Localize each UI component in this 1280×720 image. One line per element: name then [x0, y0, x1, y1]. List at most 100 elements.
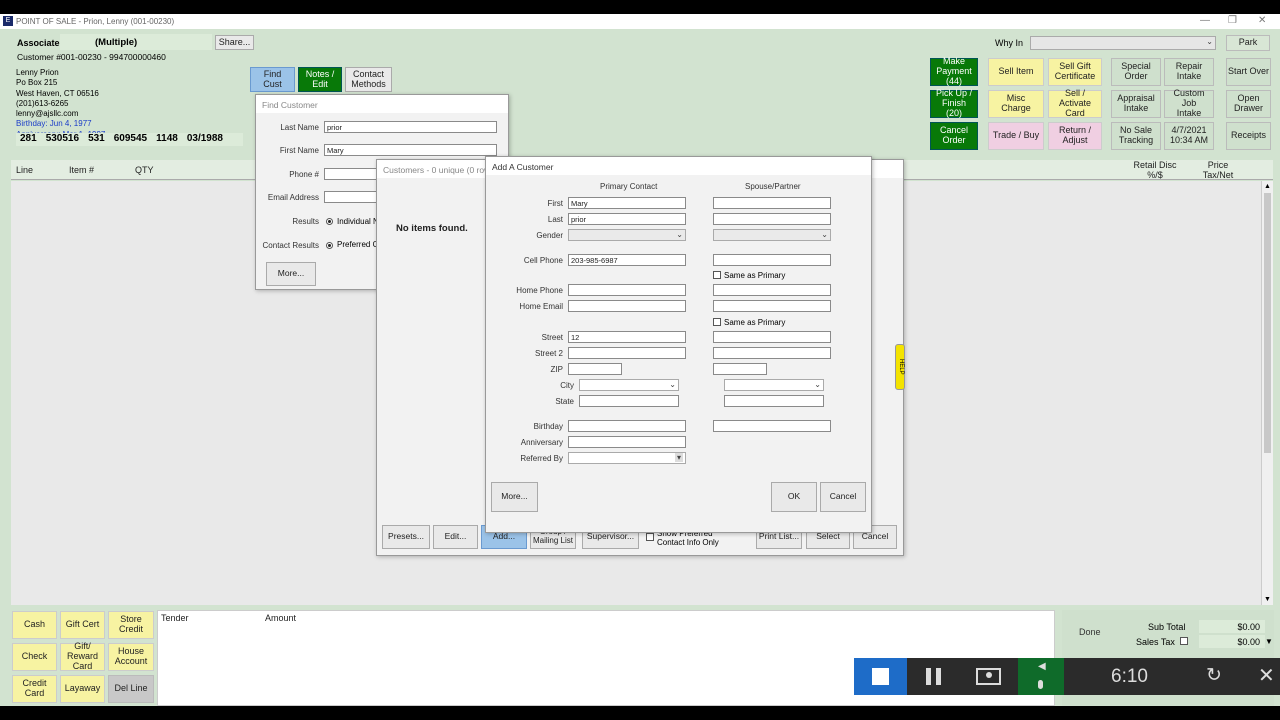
- spouse-first-input[interactable]: [713, 197, 831, 209]
- results-radio[interactable]: [326, 218, 333, 225]
- find-customer-button[interactable]: Find Cust: [250, 67, 295, 92]
- associate-field[interactable]: (Multiple): [60, 34, 212, 50]
- restart-icon[interactable]: ↻: [1206, 664, 1222, 687]
- sell-activate-card-button[interactable]: Sell / Activate Card: [1048, 88, 1102, 118]
- spouse-street2-input[interactable]: [713, 347, 831, 359]
- why-in-label: Why In: [995, 38, 1024, 48]
- primary-home-email-input[interactable]: [568, 300, 686, 312]
- gift-cert-button[interactable]: Gift Cert: [60, 611, 105, 639]
- audio-controls[interactable]: ◀: [1018, 658, 1064, 695]
- cancel-order-button[interactable]: Cancel Order: [930, 122, 978, 150]
- add-cancel-button[interactable]: Cancel: [820, 482, 866, 512]
- primary-cell-input[interactable]: 203-985-6987: [568, 254, 686, 266]
- custom-job-intake-button[interactable]: Custom Job Intake: [1164, 88, 1214, 118]
- scroll-thumb[interactable]: [1264, 193, 1271, 453]
- repair-intake-button[interactable]: Repair Intake: [1164, 58, 1214, 86]
- anniversary-input[interactable]: [568, 436, 686, 448]
- show-preferred-checkbox[interactable]: [646, 533, 654, 541]
- special-order-button[interactable]: Special Order: [1111, 58, 1161, 86]
- same-as-primary-address-checkbox[interactable]: [713, 318, 721, 326]
- sales-tax-checkbox[interactable]: [1180, 637, 1188, 645]
- trade-buy-button[interactable]: Trade / Buy: [988, 122, 1044, 150]
- spouse-home-email-input[interactable]: [713, 300, 831, 312]
- return-adjust-button[interactable]: Return / Adjust: [1048, 122, 1102, 150]
- spouse-state-input[interactable]: [724, 395, 824, 407]
- col-price: Price Tax/Net: [1202, 160, 1234, 180]
- cash-button[interactable]: Cash: [12, 611, 57, 639]
- start-over-button[interactable]: Start Over: [1226, 58, 1271, 86]
- scroll-up-icon[interactable]: ▲: [1264, 183, 1271, 190]
- pause-icon[interactable]: [936, 668, 941, 685]
- scroll-down-icon[interactable]: ▼: [1264, 596, 1271, 603]
- close-icon[interactable]: ✕: [1258, 15, 1266, 26]
- add-more-button[interactable]: More...: [491, 482, 538, 512]
- microphone-icon[interactable]: [1038, 680, 1043, 689]
- house-account-button[interactable]: House Account: [108, 643, 154, 671]
- pause-icon[interactable]: [926, 668, 931, 685]
- items-grid-scrollbar[interactable]: ▲ ▼: [1261, 181, 1273, 605]
- spouse-cell-input[interactable]: [713, 254, 831, 266]
- close-recorder-icon[interactable]: ✕: [1258, 663, 1275, 688]
- layaway-button[interactable]: Layaway: [60, 675, 105, 703]
- find-more-button[interactable]: More...: [266, 262, 316, 286]
- done-label[interactable]: Done: [1079, 627, 1101, 637]
- credit-card-button[interactable]: Credit Card: [12, 675, 57, 703]
- no-sale-tracking-button[interactable]: No Sale Tracking: [1111, 122, 1161, 150]
- primary-city-select[interactable]: ⌄: [579, 379, 679, 391]
- chevron-down-icon[interactable]: ▼: [1265, 637, 1273, 646]
- sell-item-button[interactable]: Sell Item: [988, 58, 1044, 86]
- primary-gender-select[interactable]: ⌄: [568, 229, 686, 241]
- edit-button[interactable]: Edit...: [433, 525, 478, 549]
- spouse-last-input[interactable]: [713, 213, 831, 225]
- primary-street-input[interactable]: 12: [568, 331, 686, 343]
- associate-label: Associate: [17, 38, 60, 48]
- park-button[interactable]: Park: [1226, 35, 1270, 51]
- spouse-gender-select[interactable]: ⌄: [713, 229, 831, 241]
- pos-window: E POINT OF SALE - Prion, Lenny (001-0023…: [0, 14, 1280, 706]
- primary-birthday-input[interactable]: [568, 420, 686, 432]
- find-first-name-input[interactable]: Mary: [324, 144, 497, 156]
- webcam-icon[interactable]: [976, 668, 1001, 685]
- primary-home-phone-input[interactable]: [568, 284, 686, 296]
- help-tab-secondary[interactable]: HELP: [895, 344, 905, 390]
- speaker-icon[interactable]: ◀: [1038, 661, 1046, 672]
- store-credit-button[interactable]: Store Credit: [108, 611, 154, 639]
- open-drawer-button[interactable]: Open Drawer: [1226, 90, 1271, 118]
- chevron-down-icon: ⌄: [821, 230, 828, 239]
- ok-button[interactable]: OK: [771, 482, 817, 512]
- same-as-primary-phone-checkbox[interactable]: [713, 271, 721, 279]
- contact-results-radio[interactable]: [326, 242, 333, 249]
- spouse-birthday-input[interactable]: [713, 420, 831, 432]
- misc-charge-button[interactable]: Misc Charge: [988, 90, 1044, 118]
- spouse-street-input[interactable]: [713, 331, 831, 343]
- why-in-select[interactable]: ⌄: [1030, 36, 1216, 50]
- appraisal-intake-button[interactable]: Appraisal Intake: [1111, 90, 1161, 118]
- spouse-city-select[interactable]: ⌄: [724, 379, 824, 391]
- presets-button[interactable]: Presets...: [382, 525, 430, 549]
- gender-label: Gender: [536, 231, 563, 240]
- referred-by-select[interactable]: ▾: [568, 452, 686, 464]
- recording-timer: 6:10: [1111, 666, 1148, 687]
- receipts-button[interactable]: Receipts: [1226, 122, 1271, 150]
- find-last-name-input[interactable]: prior: [324, 121, 497, 133]
- pickup-finish-button[interactable]: Pick Up / Finish (20): [930, 88, 978, 118]
- stop-button[interactable]: [854, 658, 907, 695]
- spouse-zip-input[interactable]: [713, 363, 767, 375]
- restore-icon[interactable]: ❐: [1228, 15, 1237, 26]
- primary-street2-input[interactable]: [568, 347, 686, 359]
- primary-zip-input[interactable]: [568, 363, 622, 375]
- sell-gift-certificate-button[interactable]: Sell Gift Certificate: [1048, 58, 1102, 86]
- share-button[interactable]: Share...: [215, 35, 254, 50]
- contact-methods-button[interactable]: Contact Methods: [345, 67, 392, 92]
- gift-reward-card-button[interactable]: Gift/ Reward Card: [60, 641, 105, 671]
- notes-edit-button[interactable]: Notes / Edit: [298, 67, 342, 92]
- check-button[interactable]: Check: [12, 643, 57, 671]
- primary-state-input[interactable]: [579, 395, 679, 407]
- customer-email: lenny@ajsllc.com: [16, 109, 79, 119]
- minimize-icon[interactable]: —: [1200, 15, 1210, 26]
- primary-last-input[interactable]: prior: [568, 213, 686, 225]
- primary-first-input[interactable]: Mary: [568, 197, 686, 209]
- del-line-button[interactable]: Del Line: [108, 675, 154, 703]
- make-payment-button[interactable]: Make Payment (44): [930, 56, 978, 86]
- spouse-home-phone-input[interactable]: [713, 284, 831, 296]
